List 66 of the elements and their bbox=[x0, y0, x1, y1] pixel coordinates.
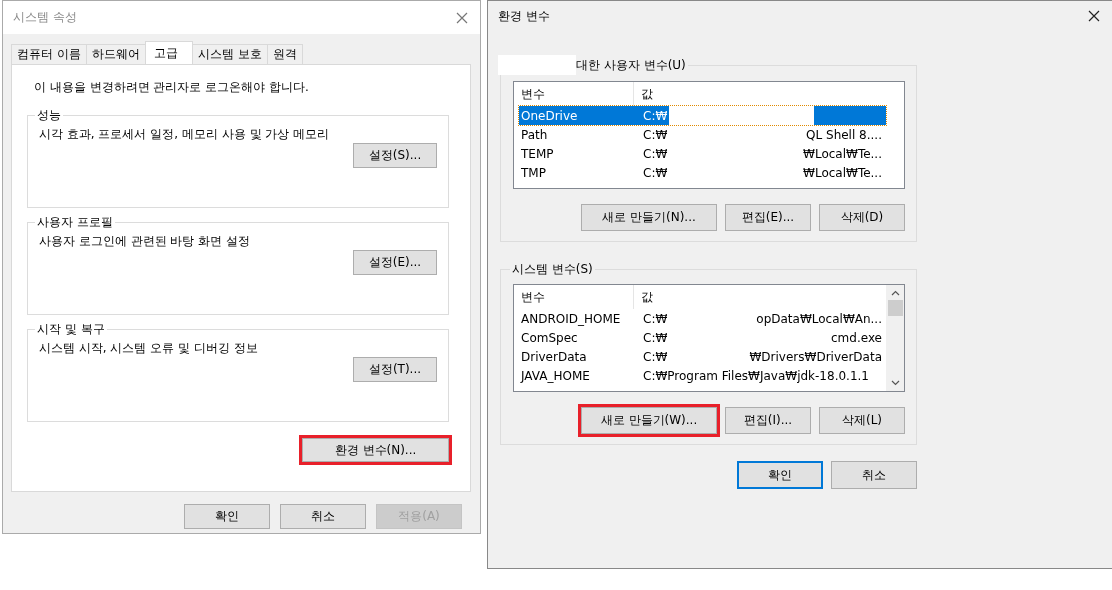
tab[interactable]: 고급 bbox=[144, 41, 193, 64]
variable-value: ₩Local₩Te... bbox=[802, 165, 883, 180]
list-row[interactable]: ComSpec C:₩ cmd.exe bbox=[519, 328, 886, 347]
group-title: 시작 및 복구 bbox=[36, 321, 106, 338]
list-action-button[interactable]: 삭제(L) bbox=[819, 407, 905, 434]
list-row[interactable]: Path C:₩ QL Shell 8.... bbox=[519, 125, 886, 144]
variable-value: C:₩Program Files₩Java₩jdk-18.0.1.1 bbox=[643, 368, 869, 383]
dialog-button[interactable]: 확인 bbox=[184, 504, 270, 529]
variable-name: OneDrive bbox=[520, 108, 579, 123]
variable-value: C:₩ bbox=[643, 330, 668, 345]
variable-name: TMP bbox=[520, 165, 547, 180]
window-title: 환경 변수 bbox=[498, 7, 550, 25]
variable-value: cmd.exe bbox=[830, 330, 883, 345]
tab[interactable]: 컴퓨터 이름 bbox=[11, 44, 87, 64]
dialog-button[interactable]: 취소 bbox=[831, 461, 917, 489]
column-header[interactable]: 값 bbox=[634, 288, 653, 306]
list-row[interactable]: OneDrive C:₩ bbox=[519, 106, 886, 125]
list-action-button[interactable]: 편집(I)... bbox=[725, 407, 811, 434]
group-title: 성능 bbox=[36, 107, 62, 124]
close-button[interactable] bbox=[1086, 8, 1102, 24]
variable-value: C:₩ bbox=[643, 146, 668, 161]
group-title: 시스템 변수(S) bbox=[512, 261, 593, 278]
variable-value: C:₩ bbox=[643, 349, 668, 364]
scrollbar-thumb[interactable] bbox=[887, 300, 903, 316]
group-title: 대한 사용자 변수(U) bbox=[576, 56, 686, 74]
list-action-button[interactable]: 삭제(D) bbox=[819, 204, 905, 231]
dialog-button[interactable]: 확인 bbox=[737, 461, 823, 489]
column-header[interactable]: 값 bbox=[634, 85, 653, 103]
variable-value: QL Shell 8.... bbox=[805, 127, 883, 142]
notice-text: 이 내용을 변경하려면 관리자로 로그온해야 합니다. bbox=[34, 79, 310, 96]
settings-button[interactable]: 설정(T)... bbox=[353, 357, 437, 382]
variable-name: Path bbox=[520, 127, 549, 142]
group-description: 시각 효과, 프로세서 일정, 메모리 사용 및 가상 메모리 bbox=[39, 126, 331, 143]
group-description: 시스템 시작, 시스템 오류 및 디버깅 정보 bbox=[39, 340, 259, 357]
scroll-up-icon[interactable] bbox=[890, 290, 900, 296]
variable-value: ₩Drivers₩DriverData bbox=[748, 349, 883, 364]
list-row[interactable]: TMP C:₩ ₩Local₩Te... bbox=[519, 163, 886, 182]
environment-variables-button[interactable]: 환경 변수(N)... bbox=[302, 438, 449, 462]
list-row[interactable]: TEMP C:₩ ₩Local₩Te... bbox=[519, 144, 886, 163]
list-action-button[interactable]: 편집(E)... bbox=[725, 204, 811, 231]
group-description: 사용자 로그인에 관련된 바탕 화면 설정 bbox=[39, 233, 252, 250]
list-action-button[interactable]: 새로 만들기(N)... bbox=[581, 204, 717, 231]
scrollbar[interactable] bbox=[886, 285, 904, 391]
tab[interactable]: 원격 bbox=[266, 44, 303, 64]
list-row[interactable]: JAVA_HOME C:₩Program Files₩Java₩jdk-18.0.1.1 bbox=[519, 366, 886, 385]
scroll-down-icon[interactable] bbox=[890, 380, 900, 386]
variable-value: C:₩ bbox=[643, 108, 668, 123]
group-title: 사용자 프로필 bbox=[36, 214, 114, 231]
variable-value: C:₩ bbox=[643, 127, 668, 142]
variable-name: ANDROID_HOME bbox=[520, 311, 622, 326]
variable-name: TEMP bbox=[520, 146, 555, 161]
column-header[interactable]: 변수 bbox=[519, 285, 634, 309]
variable-value: opData₩Local₩An... bbox=[755, 311, 883, 326]
list-row[interactable]: ANDROID_HOME C:₩ opData₩Local₩An... bbox=[519, 309, 886, 328]
list-action-button[interactable]: 새로 만들기(W)... bbox=[581, 407, 717, 434]
variable-name: DriverData bbox=[520, 349, 588, 364]
variable-value: C:₩ bbox=[643, 165, 668, 180]
window-title: 시스템 속성 bbox=[13, 9, 77, 26]
variable-name: JAVA_HOME bbox=[519, 368, 591, 383]
settings-button[interactable]: 설정(E)... bbox=[353, 250, 437, 275]
list-row[interactable]: DriverData C:₩ ₩Drivers₩DriverData bbox=[519, 347, 886, 366]
settings-button[interactable]: 설정(S)... bbox=[353, 143, 437, 168]
variable-value: C:₩ bbox=[643, 311, 668, 326]
dialog-button[interactable]: 취소 bbox=[280, 504, 366, 529]
variable-value: ₩Local₩Te... bbox=[802, 146, 883, 161]
variable-name: ComSpec bbox=[520, 330, 579, 345]
